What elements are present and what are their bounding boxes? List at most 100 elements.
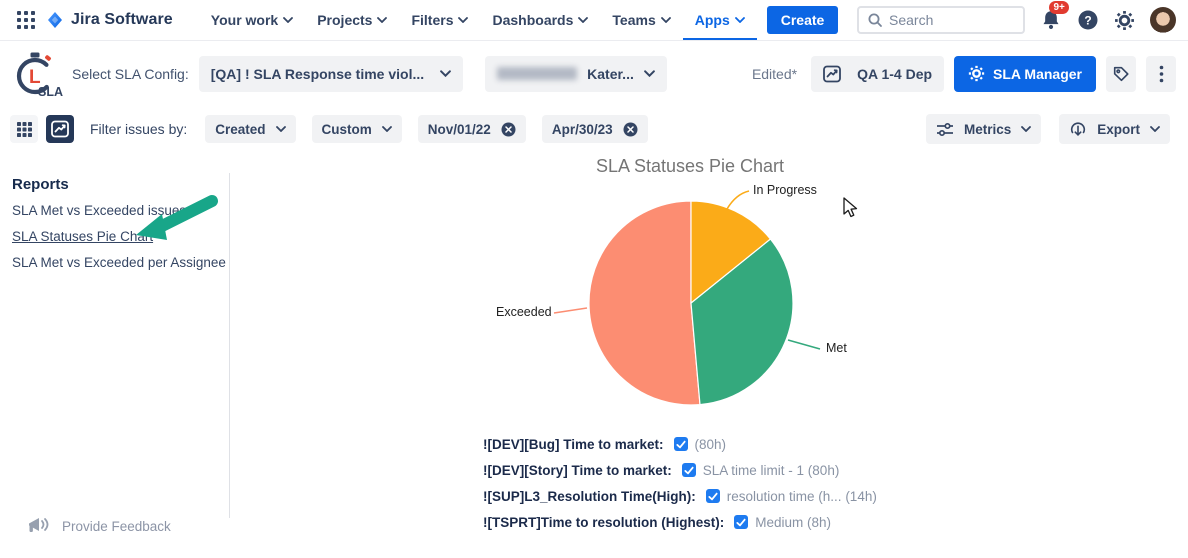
more-options-button[interactable] xyxy=(1146,56,1176,92)
metric-checkbox[interactable] xyxy=(674,437,688,451)
settings-gear-icon[interactable] xyxy=(1114,10,1135,31)
chevron-down-icon xyxy=(578,17,588,23)
nav-right-cluster: 9+ ? xyxy=(857,0,1176,40)
annotation-arrow xyxy=(136,188,220,244)
nav-item-filters[interactable]: Filters xyxy=(399,0,480,40)
nav-item-apps[interactable]: Apps xyxy=(683,0,757,40)
metrics-button-label: Metrics xyxy=(964,122,1011,137)
notifications-badge: 9+ xyxy=(1049,1,1069,14)
clear-date-icon[interactable] xyxy=(501,122,516,137)
table-view-toggle[interactable] xyxy=(10,115,38,143)
chevron-down-icon xyxy=(377,17,387,23)
dashboard-button-label: QA 1-4 Dep xyxy=(857,66,932,82)
sla-metric-row: ![SUP]L3_Resolution Time(High): resoluti… xyxy=(483,483,877,509)
chevron-down-icon xyxy=(458,17,468,23)
chevron-down-icon xyxy=(276,126,286,132)
search-input[interactable] xyxy=(889,12,999,28)
metric-label: ![SUP]L3_Resolution Time(High): xyxy=(483,489,696,504)
sla-statuses-pie-chart xyxy=(440,152,940,437)
select-sla-config-label: Select SLA Config: xyxy=(72,66,189,82)
metric-checkbox[interactable] xyxy=(706,489,720,503)
sla-bar-right-cluster: Edited* QA 1-4 Dep xyxy=(752,56,1176,92)
chevron-down-icon xyxy=(440,70,451,77)
date-to-chip[interactable]: Apr/30/23 xyxy=(542,115,648,143)
sla-metric-row: ![DEV][Story] Time to market: SLA time l… xyxy=(483,457,877,483)
provide-feedback-link[interactable]: Provide Feedback xyxy=(26,516,171,536)
dashboard-button[interactable]: QA 1-4 Dep xyxy=(811,56,944,92)
metric-checkbox[interactable] xyxy=(734,515,748,529)
table-grid-icon xyxy=(16,121,33,138)
export-button[interactable]: Export xyxy=(1059,114,1170,144)
redacted-text xyxy=(497,67,577,80)
chevron-down-icon xyxy=(382,126,392,132)
notifications-bell-icon[interactable]: 9+ xyxy=(1040,9,1062,31)
gear-icon xyxy=(968,65,985,82)
line-chart-icon xyxy=(823,65,841,83)
sla-config-dropdown-value: [QA] ! SLA Response time viol... xyxy=(211,66,424,82)
nav-item-teams[interactable]: Teams xyxy=(600,0,682,40)
sla-user-dropdown-value: Kater... xyxy=(587,66,634,82)
provide-feedback-label: Provide Feedback xyxy=(62,519,171,534)
sla-app-logo: L SLA xyxy=(12,49,64,99)
exceeded-leader-line xyxy=(554,308,587,313)
sla-metric-row: ![DEV][Bug] Time to market: (80h) xyxy=(483,431,877,457)
jira-diamond-icon xyxy=(46,11,64,29)
filter-issues-by-label: Filter issues by: xyxy=(90,121,187,137)
tag-button[interactable] xyxy=(1106,56,1136,92)
nav-item-dashboards[interactable]: Dashboards xyxy=(480,0,600,40)
pie-slice-exceeded[interactable] xyxy=(589,201,700,405)
sliders-icon xyxy=(936,121,954,138)
metric-checkbox[interactable] xyxy=(682,463,696,477)
app-title: Jira Software xyxy=(71,11,173,29)
sla-config-bar: L SLA Select SLA Config: [QA] ! SLA Resp… xyxy=(0,41,1188,106)
sla-metric-row: ![TSPRT]Time to resolution (Highest): Me… xyxy=(483,509,877,535)
tag-icon xyxy=(1112,65,1130,83)
pie-label-exceeded: Exceeded xyxy=(496,305,552,319)
pie-label-met: Met xyxy=(826,341,847,355)
sla-config-dropdown[interactable]: [QA] ! SLA Response time viol... xyxy=(199,56,463,92)
field-dropdown[interactable]: Created xyxy=(205,115,295,143)
metric-label: ![DEV][Bug] Time to market: xyxy=(483,437,664,452)
metric-value: (80h) xyxy=(695,437,727,452)
clear-date-icon[interactable] xyxy=(623,122,638,137)
export-download-icon xyxy=(1069,120,1087,138)
sla-metrics-list: ![DEV][Bug] Time to market: (80h) ![DEV]… xyxy=(483,431,877,535)
create-button[interactable]: Create xyxy=(767,6,839,34)
nav-item-your-work[interactable]: Your work xyxy=(199,0,305,40)
kebab-menu-icon xyxy=(1159,65,1164,83)
chevron-down-icon xyxy=(661,17,671,23)
chart-view-toggle[interactable] xyxy=(46,115,74,143)
app-switcher-icon[interactable] xyxy=(12,0,40,40)
jira-logo[interactable]: Jira Software xyxy=(46,0,173,40)
mouse-cursor xyxy=(843,197,859,219)
metric-value: SLA time limit - 1 (80h) xyxy=(703,463,840,478)
chevron-down-icon xyxy=(283,17,293,23)
date-from-value: Nov/01/22 xyxy=(428,122,491,137)
metric-value: Medium (8h) xyxy=(755,515,831,530)
megaphone-icon xyxy=(26,516,52,536)
search-box[interactable] xyxy=(857,6,1025,34)
metrics-button[interactable]: Metrics xyxy=(926,114,1041,144)
export-button-label: Export xyxy=(1097,122,1140,137)
nav-item-projects[interactable]: Projects xyxy=(305,0,399,40)
field-dropdown-value: Created xyxy=(215,122,265,137)
sla-manager-button[interactable]: SLA Manager xyxy=(954,56,1096,92)
sidebar-item-sla-met-vs-exceeded-per-assignee[interactable]: SLA Met vs Exceeded per Assignee xyxy=(12,255,226,270)
metric-label: ![TSPRT]Time to resolution (Highest): xyxy=(483,515,724,530)
sidebar-divider xyxy=(229,173,230,518)
sidebar-item-sla-statuses-pie-chart[interactable]: SLA Statuses Pie Chart xyxy=(12,229,153,244)
help-icon[interactable]: ? xyxy=(1077,9,1099,31)
sla-manager-button-label: SLA Manager xyxy=(993,66,1082,82)
chevron-down-icon xyxy=(644,70,655,77)
metric-value: resolution time (h... (14h) xyxy=(727,489,877,504)
user-avatar[interactable] xyxy=(1150,7,1176,33)
date-from-chip[interactable]: Nov/01/22 xyxy=(418,115,526,143)
reports-heading: Reports xyxy=(12,176,69,193)
met-leader-line xyxy=(788,340,820,349)
main-content: Reports SLA Met vs Exceeded issues SLA S… xyxy=(0,152,1188,558)
filter-bar: Filter issues by: Created Custom Nov/01/… xyxy=(0,106,1188,152)
range-dropdown-value: Custom xyxy=(322,122,372,137)
range-dropdown[interactable]: Custom xyxy=(312,115,402,143)
svg-text:SLA: SLA xyxy=(38,85,63,99)
sla-user-dropdown[interactable]: Kater... xyxy=(485,56,667,92)
